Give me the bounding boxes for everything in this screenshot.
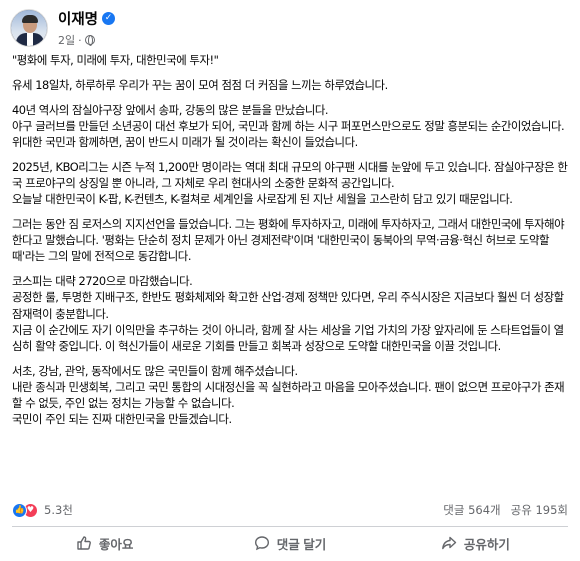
post-line: 지금 이 순간에도 자기 이익만을 추구하는 것이 아니라, 함께 잘 사는 세…	[12, 322, 564, 354]
comment-button[interactable]: 댓글 달기	[197, 529, 382, 557]
paragraph: 2025년, KBO리그는 시즌 누적 1,200만 명이라는 역대 최대 규모…	[12, 159, 570, 208]
post-line: 2025년, KBO리그는 시즌 누적 1,200만 명이라는 역대 최대 규모…	[12, 159, 568, 190]
share-arrow-icon	[441, 536, 457, 550]
facebook-post: 이재명 ✓ 2일 · "평화에 투자, 미래에 투자, 대한민국에 투자!" 유…	[0, 0, 580, 561]
like-button[interactable]: 좋아요	[12, 529, 197, 557]
paragraph: 유세 18일차, 하루하루 우리가 꾸는 꿈이 모여 점점 더 커짐을 느끼는 …	[12, 77, 570, 93]
post-time[interactable]: 2일	[58, 32, 75, 48]
paragraph: 서초, 강남, 관악, 동작에서도 많은 국민들이 함께 해주셨습니다. 내란 …	[12, 363, 570, 428]
meta-separator: ·	[78, 33, 82, 47]
paragraph: 그러는 동안 짐 로저스의 지지선언을 들었습니다. 그는 평화에 투자하자고,…	[12, 216, 570, 265]
post-header: 이재명 ✓ 2일 ·	[10, 8, 116, 48]
public-globe-icon	[84, 35, 95, 46]
engagement-stats: 👍 ♥ 5.3천 댓글 564개 공유 195회	[12, 501, 568, 519]
post-line: 유세 18일차, 하루하루 우리가 꾸는 꿈이 모여 점점 더 커짐을 느끼는 …	[12, 77, 388, 92]
post-line: 야구 글러브를 만들던 소년공이 대선 후보가 되어, 국민과 함께 하는 시구…	[12, 118, 565, 133]
reaction-count[interactable]: 5.3천	[44, 502, 73, 518]
divider	[12, 526, 568, 527]
author-info: 이재명 ✓ 2일 ·	[58, 8, 116, 48]
post-line: 내란 종식과 민생회복, 그리고 국민 통합의 시대정신을 꼭 실현하라고 마음…	[12, 380, 565, 411]
comment-label: 댓글 달기	[276, 537, 327, 552]
like-reaction-icon: 👍	[12, 502, 27, 518]
paragraph: 코스피는 대략 2720으로 마감했습니다. 공정한 룰, 투명한 지배구조, …	[12, 273, 570, 354]
like-label: 좋아요	[98, 537, 134, 552]
post-body: "평화에 투자, 미래에 투자, 대한민국에 투자!" 유세 18일차, 하루하…	[12, 52, 570, 428]
paragraph: 40년 역사의 잠실야구장 앞에서 송파, 강동의 많은 분들을 만났습니다. …	[12, 102, 570, 151]
thumbs-up-icon	[77, 536, 91, 550]
post-line: 공정한 룰, 투명한 지배구조, 한반도 평화체제와 확고한 산업·경제 정책만…	[12, 290, 564, 321]
share-count[interactable]: 공유 195회	[511, 502, 568, 518]
paragraph: "평화에 투자, 미래에 투자, 대한민국에 투자!"	[12, 52, 570, 68]
share-label: 공유하기	[463, 537, 510, 552]
post-line: 40년 역사의 잠실야구장 앞에서 송파, 강동의 많은 분들을 만났습니다.	[12, 102, 329, 117]
verified-badge-icon: ✓	[102, 12, 116, 25]
comment-bubble-icon	[254, 536, 269, 551]
post-line: 국민이 주인 되는 진짜 대한민국을 만들겠습니다.	[12, 412, 232, 427]
post-line: "평화에 투자, 미래에 투자, 대한민국에 투자!"	[12, 53, 219, 67]
post-line: 오늘날 대한민국이 K-팝, K-컨텐츠, K-컬쳐로 세계인을 사로잡게 된 …	[12, 192, 513, 207]
share-button[interactable]: 공유하기	[383, 529, 568, 557]
avatar[interactable]	[10, 9, 48, 47]
author-name[interactable]: 이재명	[58, 8, 98, 29]
post-line: 서초, 강남, 관악, 동작에서도 많은 국민들이 함께 해주셨습니다.	[12, 363, 298, 378]
comment-count[interactable]: 댓글 564개	[443, 502, 500, 518]
action-bar: 좋아요 댓글 달기 공유하기	[12, 529, 568, 557]
reactions-summary[interactable]: 👍 ♥ 5.3천	[12, 502, 73, 518]
post-line: 코스피는 대략 2720으로 마감했습니다.	[12, 274, 193, 289]
post-line: 그러는 동안 짐 로저스의 지지선언을 들었습니다. 그는 평화에 투자하자고,…	[12, 217, 565, 264]
post-line: 위대한 국민과 함께하면, 꿈이 반드시 미래가 될 것이라는 확신이 들었습니…	[12, 135, 358, 149]
